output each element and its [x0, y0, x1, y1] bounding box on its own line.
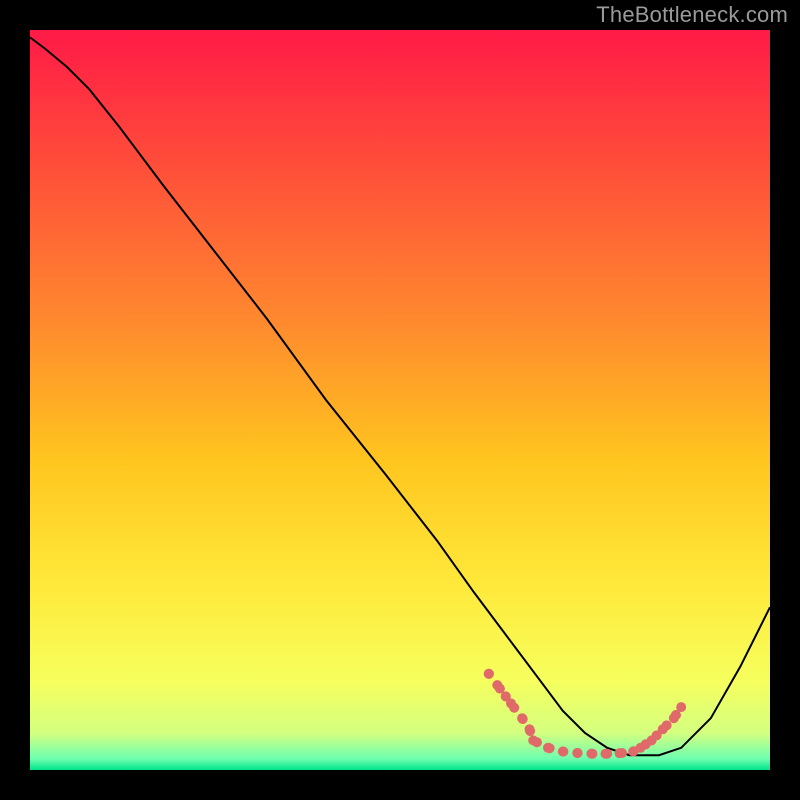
chart-svg: [30, 30, 770, 770]
plot-area: [30, 30, 770, 770]
chart-frame: TheBottleneck.com: [0, 0, 800, 800]
watermark-text: TheBottleneck.com: [596, 2, 788, 28]
gradient-background: [30, 30, 770, 770]
